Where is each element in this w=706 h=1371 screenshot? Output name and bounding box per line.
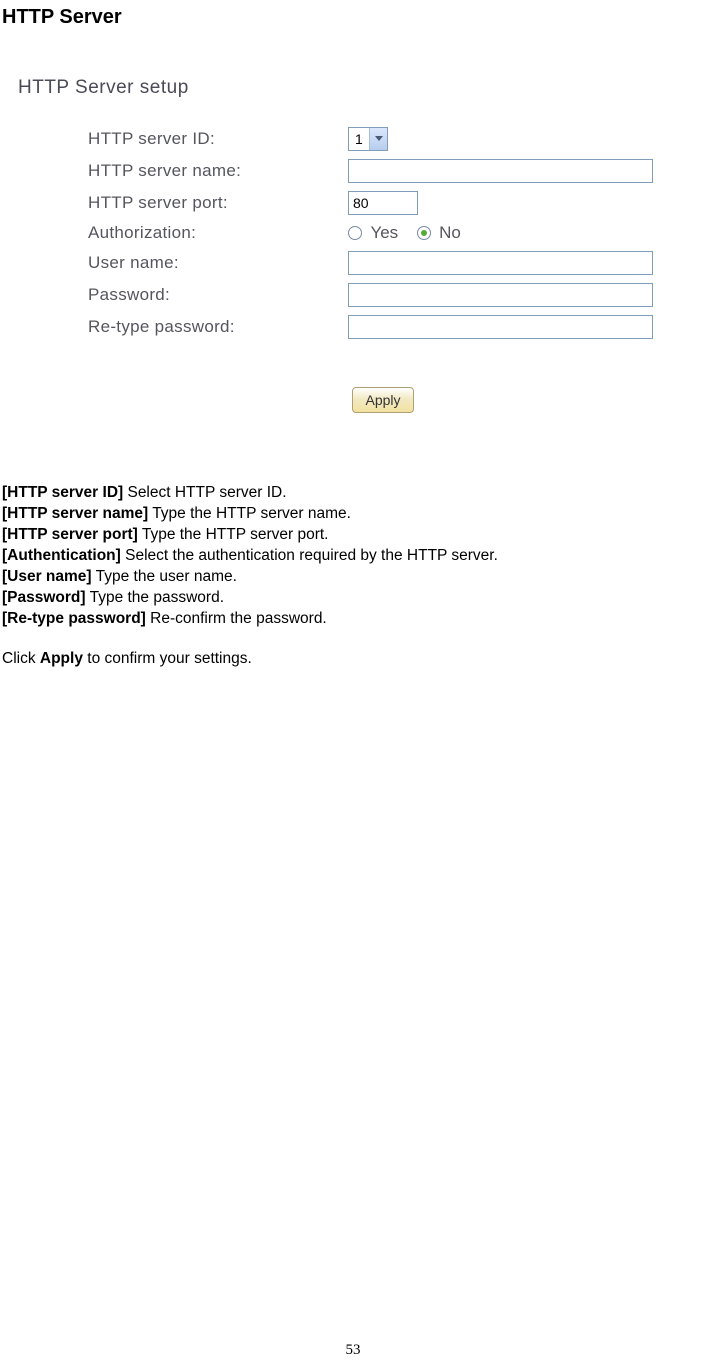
label-server-port: HTTP server port: [88,193,348,213]
desc-user-name-text: Type the user name. [92,568,237,585]
radio-yes[interactable] [348,226,362,240]
desc-retype-key: [Re-type password] [2,610,146,627]
desc-password-key: [Password] [2,589,86,606]
row-user-name: User name: [18,251,678,275]
select-server-id[interactable]: 1 [348,127,388,151]
desc-retype-text: Re-confirm the password. [146,610,327,627]
row-password: Password: [18,283,678,307]
radio-no[interactable] [417,226,431,240]
radio-no-label: No [439,223,461,242]
desc-server-name-text: Type the HTTP server name. [148,505,351,522]
desc-click-apply: Apply [40,650,83,667]
label-password: Password: [88,285,348,305]
row-server-id: HTTP server ID: 1 [18,127,678,151]
input-server-name[interactable] [348,159,653,183]
input-user-name[interactable] [348,251,653,275]
desc-click-prefix: Click [2,650,40,667]
row-server-name: HTTP server name: [18,159,678,183]
desc-server-name-key: [HTTP server name] [2,505,148,522]
apply-row: Apply [18,387,678,413]
label-user-name: User name: [88,253,348,273]
label-server-id: HTTP server ID: [88,129,348,149]
desc-server-port-text: Type the HTTP server port. [138,526,329,543]
select-server-id-value: 1 [355,131,369,147]
desc-user-name-key: [User name] [2,568,92,585]
row-server-port: HTTP server port: [18,191,678,215]
input-server-port[interactable] [348,191,418,215]
row-retype-password: Re-type password: [18,315,678,339]
label-server-name: HTTP server name: [88,161,348,181]
desc-click-suffix: to confirm your settings. [83,650,252,667]
desc-password-text: Type the password. [86,589,224,606]
row-authorization: Authorization: Yes No [18,223,678,243]
chevron-down-icon [369,128,387,150]
apply-button[interactable]: Apply [352,387,413,413]
http-server-setup-panel: HTTP Server setup HTTP server ID: 1 HTTP… [18,77,678,413]
desc-auth-key: [Authentication] [2,547,121,564]
label-authorization: Authorization: [88,223,348,243]
input-password[interactable] [348,283,653,307]
desc-server-id-key: [HTTP server ID] [2,484,123,501]
desc-server-id-text: Select HTTP server ID. [123,484,286,501]
setup-title: HTTP Server setup [18,77,678,99]
input-retype-password[interactable] [348,315,653,339]
page-heading: HTTP Server [0,6,706,29]
desc-server-port-key: [HTTP server port] [2,526,138,543]
desc-auth-text: Select the authentication required by th… [121,547,498,564]
page-number: 53 [0,1342,706,1359]
radio-yes-label: Yes [370,223,398,242]
label-retype-password: Re-type password: [88,317,348,337]
auth-radio-group: Yes No [348,223,475,243]
field-descriptions: [HTTP server ID] Select HTTP server ID. … [0,483,706,670]
